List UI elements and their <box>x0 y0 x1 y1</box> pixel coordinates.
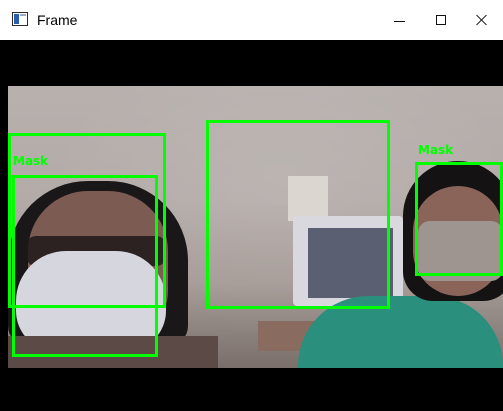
detection-box-left-inner <box>12 175 158 357</box>
window-title: Frame <box>37 12 78 28</box>
app-icon <box>12 12 28 26</box>
close-icon <box>476 14 488 26</box>
title-bar[interactable]: Frame <box>0 0 503 40</box>
minimize-icon <box>393 20 405 22</box>
video-frame: Mask Mask <box>8 40 503 411</box>
minimize-button[interactable] <box>378 0 420 40</box>
close-button[interactable] <box>461 0 503 40</box>
detection-label-left: Mask <box>13 154 49 168</box>
detection-box-center <box>206 120 390 309</box>
maximize-icon <box>436 15 446 25</box>
detection-box-right <box>415 162 503 276</box>
frame-window: Frame Mask Mask <box>0 0 503 411</box>
maximize-button[interactable] <box>420 0 462 40</box>
detection-label-right: Mask <box>418 143 454 157</box>
